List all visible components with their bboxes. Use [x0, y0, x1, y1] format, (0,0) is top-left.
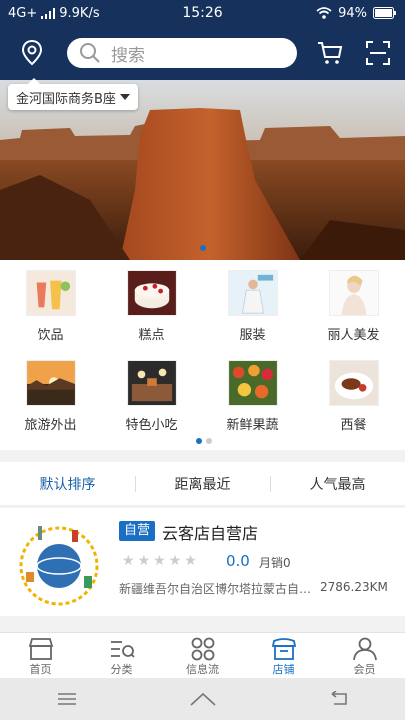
star-icon: ★ [184, 553, 197, 569]
category-list-icon [110, 641, 135, 658]
tab-label: 店铺 [272, 663, 295, 676]
clothing-image [227, 270, 278, 316]
category-label: 旅游外出 [24, 418, 77, 433]
category-label: 服装 [239, 328, 266, 343]
beauty-image [328, 270, 379, 316]
location-selector[interactable]: 金河国际商务B座 [8, 78, 138, 110]
sort-bar: 默认排序 距离最近 人气最高 [0, 462, 405, 506]
snacks-image [126, 360, 177, 406]
category-item-drinks[interactable]: 饮品 [0, 260, 101, 350]
sort-nearest[interactable]: 距离最近 [135, 474, 270, 494]
status-bar: 4G+ 9.9K/s 15:26 94% [0, 0, 405, 26]
system-nav-bar [0, 678, 405, 720]
shop-distance: 2786.23KM [320, 580, 388, 594]
category-label: 西餐 [340, 418, 367, 433]
page-dot [206, 438, 212, 444]
page-dot-active [196, 438, 202, 444]
scan-icon[interactable] [366, 41, 390, 65]
tab-member[interactable]: 会员 [324, 633, 405, 678]
category-label: 糕点 [138, 328, 165, 343]
tab-home[interactable]: 首页 [0, 633, 81, 678]
category-grid: 饮品 糕点 服装 丽人美发 旅游外出 特色小吃 新鲜果蔬 西餐 [0, 260, 405, 450]
search-input[interactable]: 搜索 [67, 38, 297, 68]
travel-image [25, 360, 76, 406]
dropdown-caret-icon [119, 93, 130, 100]
feed-grid-icon [191, 637, 214, 661]
cart-icon[interactable] [317, 41, 343, 65]
search-icon [80, 43, 100, 63]
menu-icon[interactable] [56, 691, 78, 707]
back-icon[interactable] [328, 691, 350, 707]
wifi-icon [316, 7, 332, 19]
category-label: 丽人美发 [327, 328, 380, 343]
western-food-image [328, 360, 379, 406]
cake-image [126, 270, 177, 316]
sort-popular[interactable]: 人气最高 [270, 474, 405, 494]
sort-default[interactable]: 默认排序 [0, 474, 135, 494]
tab-label: 信息流 [186, 663, 219, 676]
store-icon [271, 638, 296, 660]
shop-name: 云客店自营店 [162, 524, 259, 543]
category-page-indicator [196, 438, 212, 444]
category-item-travel[interactable]: 旅游外出 [0, 350, 101, 440]
location-pin-icon[interactable] [21, 40, 43, 66]
produce-image [227, 360, 278, 406]
tab-label: 首页 [29, 663, 52, 676]
shop-address: 新疆维吾尔自治区博尔塔拉蒙古自治州 [119, 582, 314, 596]
star-icon: ★ [153, 553, 166, 569]
star-icon: ★ [137, 553, 151, 569]
tab-label: 会员 [353, 663, 376, 676]
category-item-clothing[interactable]: 服装 [202, 260, 303, 350]
category-item-western-food[interactable]: 西餐 [303, 350, 404, 440]
star-rating: ★ ★ ★ ★ ★ [122, 553, 197, 569]
category-label: 饮品 [37, 328, 64, 343]
tab-store[interactable]: 店铺 [243, 633, 324, 678]
battery-icon [373, 7, 396, 19]
member-user-icon [352, 637, 377, 661]
network-type: 4G+ [8, 5, 38, 21]
category-item-beauty[interactable]: 丽人美发 [303, 260, 404, 350]
category-item-pastry[interactable]: 糕点 [101, 260, 202, 350]
self-operated-badge: 自营 [119, 521, 156, 541]
network-speed: 9.9K/s [59, 5, 100, 21]
rating-value: 0.0 [226, 552, 250, 570]
shop-logo [19, 526, 99, 606]
search-placeholder: 搜索 [111, 45, 145, 66]
home-store-icon [28, 638, 53, 660]
signal-icon [41, 7, 56, 19]
battery-percent: 94% [338, 5, 367, 21]
tab-feed[interactable]: 信息流 [162, 633, 243, 678]
shop-card[interactable]: 自营 云客店自营店 ★ ★ ★ ★ ★ 0.0 月销0 新疆维吾尔自治区博尔塔拉… [0, 508, 405, 616]
drinks-image [25, 270, 76, 316]
star-icon: ★ [122, 553, 135, 569]
top-header: 搜索 [0, 26, 405, 80]
category-item-fresh-produce[interactable]: 新鲜果蔬 [202, 350, 303, 440]
clock: 15:26 [182, 5, 223, 21]
tab-label: 分类 [110, 663, 133, 676]
category-label: 新鲜果蔬 [226, 418, 279, 433]
tab-category[interactable]: 分类 [81, 633, 162, 678]
category-item-snacks[interactable]: 特色小吃 [101, 350, 202, 440]
home-icon[interactable] [189, 691, 217, 707]
location-label: 金河国际商务B座 [16, 91, 116, 107]
category-label: 特色小吃 [125, 418, 178, 433]
monthly-sales: 月销0 [259, 556, 291, 570]
bottom-tab-bar: 首页 分类 信息流 店铺 会员 [0, 632, 405, 678]
star-icon: ★ [168, 553, 182, 569]
